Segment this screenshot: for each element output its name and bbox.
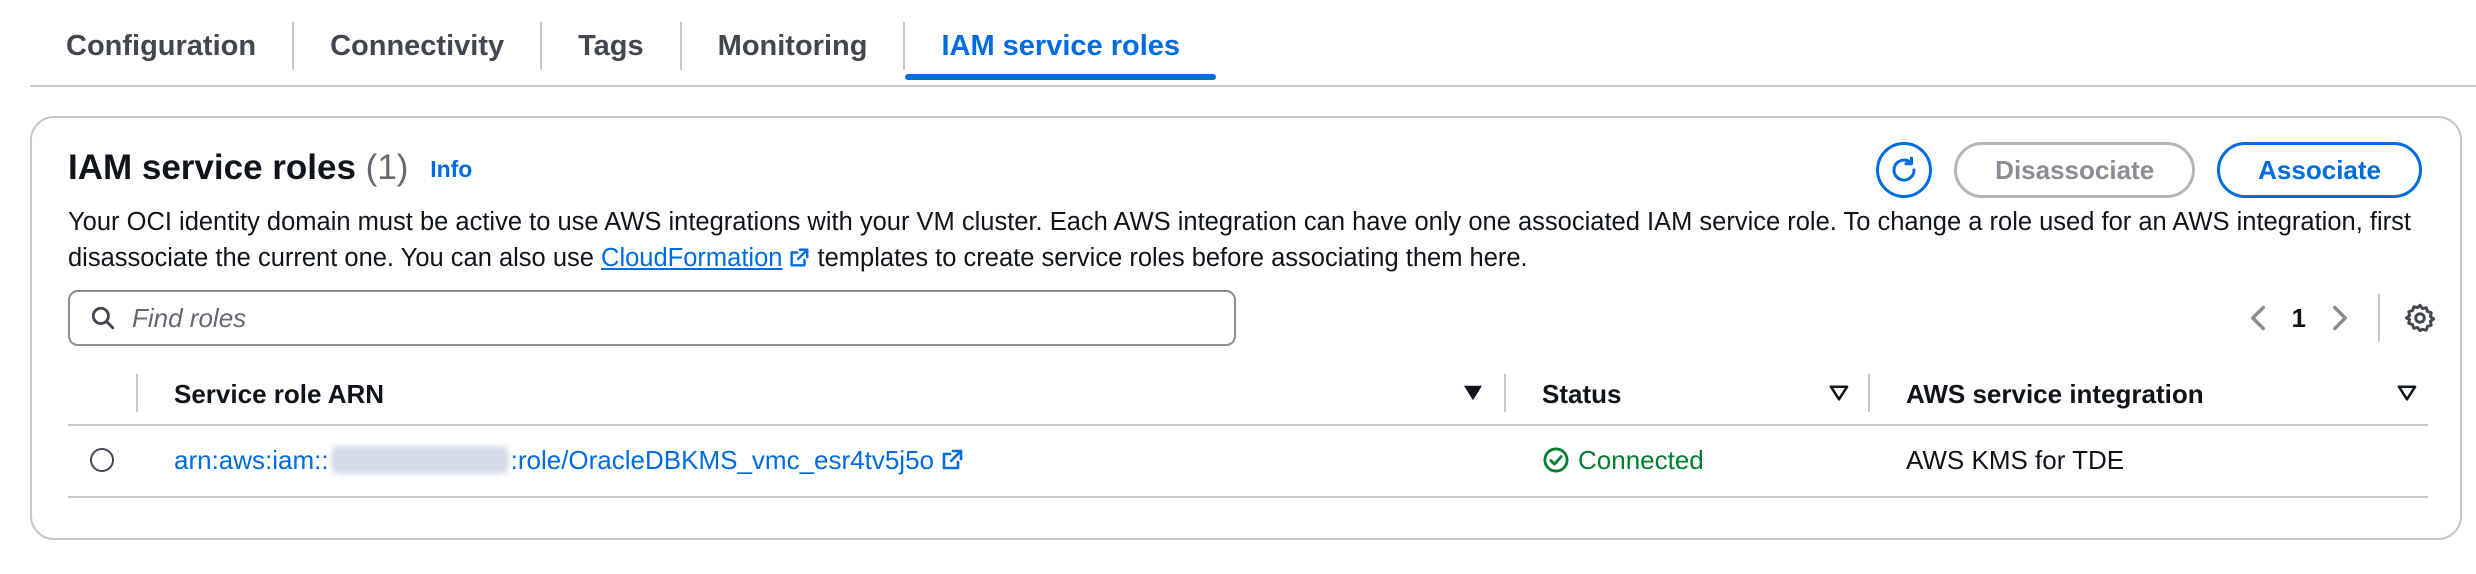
current-page-number[interactable]: 1 [2292, 303, 2306, 334]
panel-description: Your OCI identity domain must be active … [68, 204, 2448, 276]
column-header-service-role-arn[interactable]: Service role ARN [174, 364, 384, 424]
chevron-right-icon [2333, 305, 2347, 331]
role-arn-link[interactable]: arn:aws:iam:: :role/OracleDBKMS_vmc_esr4… [174, 445, 964, 476]
tab-tags[interactable]: Tags [542, 18, 680, 74]
next-page-button[interactable] [2320, 290, 2360, 346]
arn-cell: arn:aws:iam:: :role/OracleDBKMS_vmc_esr4… [174, 424, 964, 496]
tab-connectivity[interactable]: Connectivity [294, 18, 540, 74]
column-header-aws-service-integration[interactable]: AWS service integration [1906, 364, 2204, 424]
column-divider [1868, 374, 1870, 412]
associate-button[interactable]: Associate [2217, 142, 2422, 198]
column-header-status[interactable]: Status [1542, 364, 1621, 424]
info-link[interactable]: Info [430, 156, 472, 182]
refresh-button[interactable] [1876, 142, 1933, 198]
cloudformation-link[interactable]: CloudFormation [601, 244, 782, 272]
integration-cell: AWS KMS for TDE [1906, 444, 2125, 475]
sort-down-icon[interactable] [1462, 384, 1484, 402]
row-select-radio[interactable] [90, 448, 114, 472]
panel-header: IAM service roles (1) Info [68, 148, 472, 188]
external-link-icon [790, 248, 809, 267]
arn-prefix: arn:aws:iam:: [174, 444, 329, 475]
column-divider [136, 374, 138, 412]
pagination: 1 [2238, 290, 2440, 346]
disassociate-button[interactable]: Disassociate [1954, 142, 2196, 198]
sort-down-icon[interactable] [2396, 384, 2418, 402]
tab-monitoring[interactable]: Monitoring [682, 18, 904, 74]
search-icon [90, 305, 116, 331]
previous-page-button[interactable] [2238, 290, 2278, 346]
search-input[interactable] [130, 301, 1134, 335]
status-cell: Connected [1542, 424, 1704, 496]
row-select-cell [90, 424, 114, 496]
status-text: Connected [1578, 444, 1704, 475]
table-row: arn:aws:iam:: :role/OracleDBKMS_vmc_esr4… [68, 424, 2428, 498]
tab-configuration[interactable]: Configuration [30, 18, 292, 74]
table-settings-button[interactable] [2400, 290, 2440, 346]
chevron-left-icon [2250, 305, 2265, 331]
iam-roles-panel: IAM service roles (1) Info Disassociate … [30, 116, 2462, 540]
panel-actions: Disassociate Associate [1876, 142, 2422, 198]
sort-down-icon[interactable] [1828, 384, 1850, 402]
redacted-account-id [330, 446, 509, 474]
description-text-end: templates to create service roles before… [810, 244, 1528, 272]
search-field[interactable] [68, 290, 1236, 346]
tab-iam-service-roles[interactable]: IAM service roles [905, 18, 1216, 80]
tab-bar: Configuration Connectivity Tags Monitori… [30, 18, 1216, 86]
column-divider [1504, 374, 1506, 412]
check-circle-icon [1543, 447, 1569, 473]
cloudformation-link-label: CloudFormation [601, 244, 783, 272]
table-header: Service role ARN Status AWS service inte… [68, 364, 2428, 426]
settings-gear-icon [2404, 303, 2436, 333]
refresh-icon [1892, 156, 1916, 182]
panel-title: IAM service roles [68, 148, 356, 187]
status-indicator: Connected [1542, 445, 1704, 476]
tabs-underline [30, 85, 2476, 87]
arn-suffix: :role/OracleDBKMS_vmc_esr4tv5j5o [510, 444, 934, 475]
pagination-divider [2378, 294, 2380, 342]
role-count: (1) [365, 148, 409, 187]
external-link-icon [942, 449, 963, 470]
